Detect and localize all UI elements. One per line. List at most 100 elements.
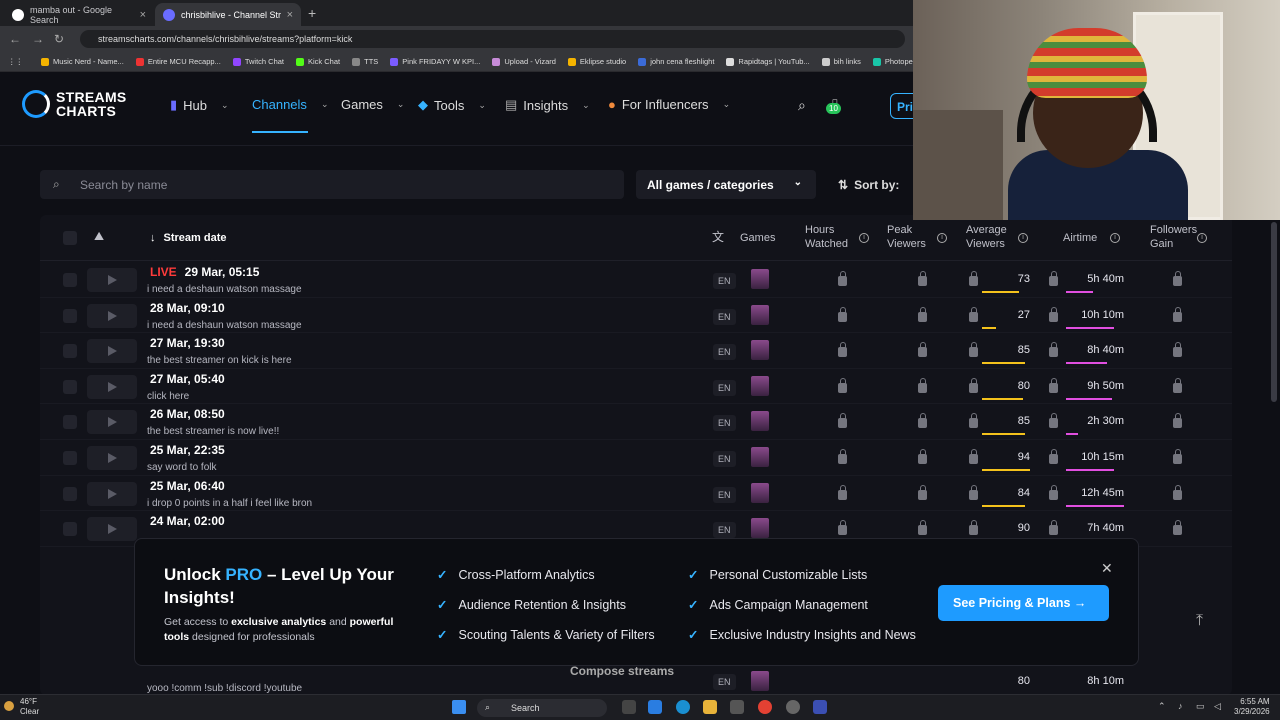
- lock-icon[interactable]: [1173, 271, 1182, 286]
- lock-icon[interactable]: [969, 271, 978, 286]
- lock-icon[interactable]: [1173, 377, 1182, 393]
- row-checkbox[interactable]: [63, 451, 77, 465]
- scroll-to-top-icon[interactable]: ⤒: [1196, 612, 1203, 630]
- volume-icon[interactable]: ◁: [1214, 701, 1221, 712]
- info-icon[interactable]: i: [1018, 231, 1028, 245]
- stream-title[interactable]: yooo !comm !sub !discord !youtube: [147, 683, 302, 694]
- stream-title[interactable]: the best streamer on kick is here: [147, 355, 292, 366]
- taskbar-search[interactable]: ⌕ Search: [477, 699, 607, 717]
- hours-watched-header[interactable]: Hours Watched: [805, 223, 855, 251]
- lock-icon[interactable]: [838, 484, 847, 500]
- nav-tools[interactable]: ◆ Tools ⌄: [418, 97, 486, 113]
- table-row[interactable]: 28 Mar, 09:10 i need a deshaun watson mas…: [40, 298, 1232, 334]
- info-icon[interactable]: i: [1197, 231, 1207, 245]
- chrome-icon[interactable]: [758, 700, 772, 714]
- network-icon[interactable]: ▭: [1196, 701, 1205, 712]
- lock-icon[interactable]: [969, 377, 978, 393]
- microphone-icon[interactable]: ♪: [1178, 701, 1183, 711]
- table-row[interactable]: 27 Mar, 05:40 click here EN 80 9h 50m: [40, 369, 1232, 405]
- nav-channels[interactable]: Channels ⌄: [252, 97, 328, 112]
- game-thumbnail[interactable]: [751, 518, 769, 539]
- sort-by-control[interactable]: ⇅ Sort by:: [838, 178, 899, 192]
- lock-icon[interactable]: [969, 484, 978, 500]
- back-icon[interactable]: ←: [9, 32, 21, 46]
- forward-icon[interactable]: →: [32, 32, 44, 46]
- game-thumbnail[interactable]: [751, 375, 769, 396]
- app-icon[interactable]: [786, 700, 800, 714]
- lock-icon[interactable]: [918, 449, 927, 464]
- airtime-header[interactable]: Airtime: [1063, 231, 1097, 245]
- game-thumbnail[interactable]: [751, 411, 769, 432]
- lock-icon[interactable]: [918, 306, 927, 322]
- lock-icon[interactable]: [969, 449, 978, 464]
- lock-icon[interactable]: [969, 342, 978, 358]
- app-icon[interactable]: [813, 700, 827, 714]
- stream-date[interactable]: 25 Mar, 06:40: [150, 479, 225, 493]
- store-icon[interactable]: [730, 700, 744, 714]
- info-icon[interactable]: i: [859, 231, 869, 245]
- table-row[interactable]: LIVE 29 Mar, 05:15 i need a deshaun watson…: [40, 262, 1232, 298]
- lock-icon[interactable]: [838, 271, 847, 286]
- play-vod-button[interactable]: [87, 481, 137, 506]
- close-tab-icon[interactable]: ×: [140, 9, 146, 21]
- game-thumbnail[interactable]: [751, 671, 769, 691]
- streams-charts-logo[interactable]: STREAMS CHARTS: [22, 90, 127, 118]
- scrollbar[interactable]: [1271, 222, 1277, 402]
- bookmark-item[interactable]: Upload - Vizard: [492, 57, 556, 66]
- nav-games[interactable]: Games ⌄: [341, 97, 404, 112]
- file-explorer-icon[interactable]: [703, 700, 717, 714]
- lock-icon[interactable]: [838, 413, 847, 429]
- lock-icon[interactable]: [1049, 306, 1058, 322]
- lock-icon[interactable]: [838, 377, 847, 393]
- play-vod-button[interactable]: [87, 446, 137, 470]
- start-menu-icon[interactable]: [452, 700, 466, 714]
- chevron-up-icon[interactable]: ⌃: [1158, 701, 1166, 712]
- game-thumbnail[interactable]: [751, 482, 769, 503]
- bookmark-item[interactable]: Rapidtags | YouTub...: [726, 57, 810, 66]
- games-filter-dropdown[interactable]: All games / categories ⌄: [636, 170, 816, 199]
- lock-icon[interactable]: [918, 377, 927, 393]
- bookmark-item[interactable]: bih links: [821, 57, 861, 66]
- bookmark-item[interactable]: TTS: [352, 57, 378, 66]
- bookmark-item[interactable]: Entire MCU Recapp...: [135, 57, 221, 66]
- play-vod-button[interactable]: [87, 517, 137, 542]
- search-icon[interactable]: ⌕: [798, 97, 806, 114]
- stream-title[interactable]: click here: [147, 391, 189, 402]
- stream-title[interactable]: the best streamer is now live!!: [147, 426, 279, 437]
- new-tab-icon[interactable]: +: [308, 5, 316, 21]
- table-row[interactable]: 25 Mar, 06:40 i drop 0 points in a half i…: [40, 476, 1232, 512]
- search-input[interactable]: ⌕ Search by name: [40, 170, 624, 199]
- lock-icon[interactable]: [1049, 520, 1058, 536]
- game-thumbnail[interactable]: [751, 447, 769, 467]
- lock-icon[interactable]: [969, 520, 978, 536]
- stream-date[interactable]: 26 Mar, 08:50: [150, 407, 225, 421]
- close-icon[interactable]: ✕: [1101, 560, 1113, 577]
- row-checkbox[interactable]: [63, 486, 77, 501]
- game-thumbnail[interactable]: [751, 304, 769, 325]
- game-thumbnail[interactable]: [751, 269, 769, 289]
- close-tab-icon[interactable]: ×: [287, 9, 293, 21]
- lock-icon[interactable]: [838, 342, 847, 358]
- average-viewers-header[interactable]: Average Viewers: [966, 223, 1016, 251]
- live-streams-button[interactable]: ⎍10: [826, 96, 854, 116]
- stream-title[interactable]: say word to folk: [147, 462, 216, 473]
- lock-icon[interactable]: [1049, 271, 1058, 286]
- lock-icon[interactable]: [969, 413, 978, 429]
- lock-icon[interactable]: [1173, 449, 1182, 464]
- play-vod-button[interactable]: [87, 374, 137, 399]
- stream-date[interactable]: LIVE 29 Mar, 05:15: [150, 265, 259, 279]
- row-checkbox[interactable]: [63, 415, 77, 430]
- game-thumbnail[interactable]: [751, 340, 769, 361]
- edge-icon[interactable]: [676, 700, 690, 714]
- bookmark-item[interactable]: Kick Chat: [296, 57, 340, 66]
- lock-icon[interactable]: [1049, 484, 1058, 500]
- row-checkbox[interactable]: [63, 344, 77, 359]
- lock-icon[interactable]: [918, 342, 927, 358]
- lock-icon[interactable]: [918, 271, 927, 286]
- weather-widget[interactable]: 46°F Clear: [20, 697, 39, 717]
- info-icon[interactable]: i: [1110, 231, 1120, 245]
- stream-date[interactable]: 27 Mar, 19:30: [150, 336, 225, 350]
- lock-icon[interactable]: [1049, 377, 1058, 393]
- lock-icon[interactable]: [918, 520, 927, 536]
- row-checkbox[interactable]: [63, 273, 77, 287]
